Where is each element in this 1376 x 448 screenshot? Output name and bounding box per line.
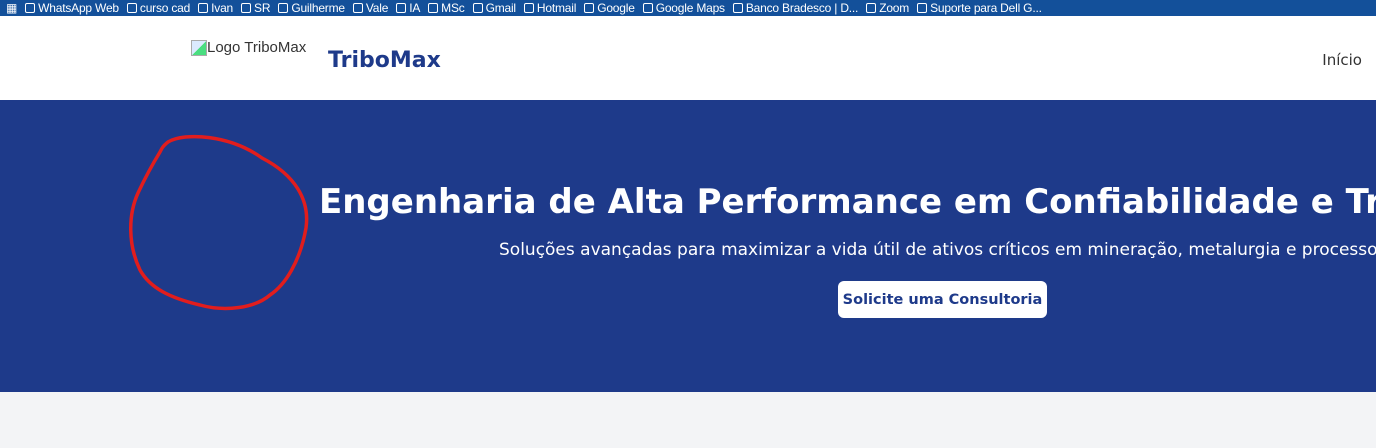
google-icon: [584, 3, 595, 13]
folder-icon: [352, 3, 363, 13]
hero-title: Engenharia de Alta Performance em Confia…: [319, 182, 1376, 222]
bookmark-2[interactable]: Ivan: [198, 1, 233, 15]
folder-icon: [241, 3, 252, 13]
maps-icon: [642, 3, 653, 13]
gmail-icon: [472, 3, 483, 13]
dell-icon: [917, 3, 928, 13]
bookmark-7[interactable]: MSc: [428, 1, 465, 15]
hotmail-icon: [523, 3, 534, 13]
folder-icon: [198, 3, 209, 13]
folder-icon: [396, 3, 407, 13]
hero-section: Engenharia de Alta Performance em Confia…: [0, 100, 1376, 392]
bookmark-4[interactable]: Guilherme: [278, 1, 345, 15]
bookmark-5[interactable]: Vale: [352, 1, 388, 15]
bookmarks-bar: ▦ WhatsApp Web curso cad Ivan SR Guilher…: [0, 0, 1376, 16]
hero-subtitle: Soluções avançadas para maximizar a vida…: [499, 240, 1376, 260]
bookmark-12[interactable]: Banco Bradesco | D...: [732, 1, 858, 15]
logo-image-broken[interactable]: Logo TriboMax: [191, 39, 306, 56]
whatsapp-icon: [25, 3, 36, 13]
zoom-icon: [866, 3, 877, 13]
bookmark-14[interactable]: Suporte para Dell G...: [917, 1, 1042, 15]
bookmark-6[interactable]: IA: [396, 1, 420, 15]
bookmark-0[interactable]: WhatsApp Web: [25, 1, 119, 15]
folder-icon: [278, 3, 289, 13]
broken-image-icon: [191, 39, 207, 56]
folder-icon: [428, 3, 439, 13]
brand-name[interactable]: TriboMax: [328, 48, 441, 73]
site-header: Logo TriboMax TriboMax Início: [0, 8, 1376, 100]
bookmark-1[interactable]: curso cad: [126, 1, 190, 15]
folder-icon: [126, 3, 137, 13]
bookmark-8[interactable]: Gmail: [472, 1, 516, 15]
bookmark-3[interactable]: SR: [241, 1, 271, 15]
bradesco-icon: [732, 3, 743, 13]
bookmark-9[interactable]: Hotmail: [523, 1, 576, 15]
bookmark-11[interactable]: Google Maps: [642, 1, 725, 15]
nav-link-inicio[interactable]: Início: [1322, 51, 1362, 69]
bookmark-13[interactable]: Zoom: [866, 1, 909, 15]
apps-icon[interactable]: ▦: [6, 1, 17, 15]
consultation-button[interactable]: Solicite uma Consultoria: [838, 281, 1047, 318]
bookmark-10[interactable]: Google: [584, 1, 635, 15]
